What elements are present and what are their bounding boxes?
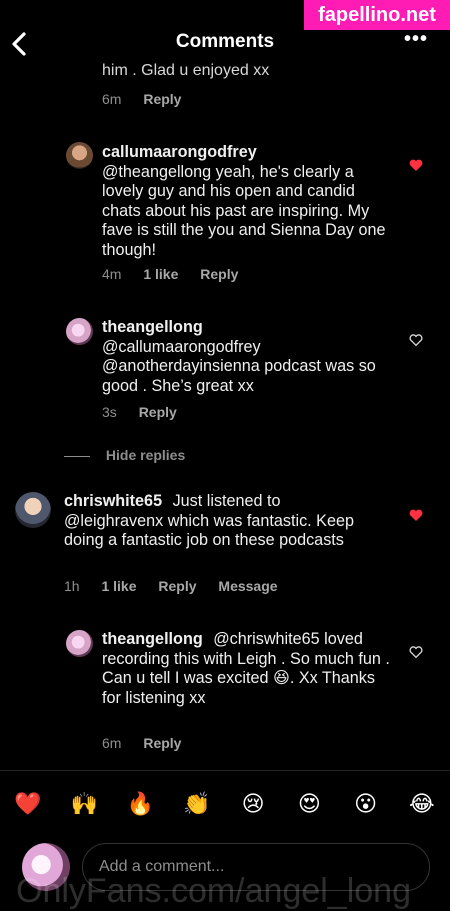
comment-meta: 4m 1 like Reply [102, 266, 256, 282]
message-button[interactable]: Message [218, 578, 277, 594]
previous-comment-text: him . Glad u enjoyed xx [102, 62, 270, 79]
emoji-raised-hands-button[interactable]: 🙌 [66, 791, 102, 817]
reply-button[interactable]: Reply [139, 404, 177, 420]
comment-text: @callumaarongodfrey @anotherdayinsienna … [102, 337, 376, 395]
replies-divider [64, 455, 90, 457]
time-label: 4m [102, 266, 122, 282]
heart-filled-icon [409, 509, 423, 521]
time-label: 6m [102, 91, 122, 107]
previous-comment-meta: 6m Reply [102, 91, 199, 107]
reply-button[interactable]: Reply [143, 735, 181, 751]
heart-filled-icon [409, 159, 423, 171]
avatar[interactable] [66, 318, 93, 345]
hide-replies-label[interactable]: Hide replies [106, 447, 185, 463]
comment-item: chriswhite65 Just listened to @leighrave… [64, 492, 384, 551]
comment-username[interactable]: theangellong [102, 318, 203, 336]
avatar[interactable] [66, 142, 93, 169]
comment-username[interactable]: callumaarongodfrey [102, 143, 257, 161]
reply-button[interactable]: Reply [158, 578, 196, 594]
emoji-heart-button[interactable]: ❤️ [10, 791, 46, 817]
like-button[interactable] [408, 644, 424, 660]
like-button[interactable] [408, 332, 424, 348]
comment-text: @theangellong yeah, he's clearly a lovel… [102, 162, 386, 259]
page-title: Comments [175, 31, 275, 52]
composer-divider [0, 770, 450, 771]
more-options-button[interactable]: ••• [404, 28, 428, 51]
time-label: 1h [64, 578, 80, 594]
comment-username[interactable]: chriswhite65 [64, 492, 162, 510]
comment-meta: 6m Reply [102, 735, 199, 751]
reply-button[interactable]: Reply [143, 91, 181, 107]
heart-outline-icon [409, 334, 423, 347]
comment-username[interactable]: theangellong [102, 630, 203, 648]
reply-button[interactable]: Reply [200, 266, 238, 282]
emoji-clap-button[interactable]: 👏 [179, 791, 215, 817]
emoji-heart-eyes-button[interactable]: 😍 [291, 791, 327, 817]
emoji-fire-button[interactable]: 🔥 [123, 791, 159, 817]
like-button[interactable] [408, 157, 424, 173]
comment-item: theangellong @callumaarongodfrey @anothe… [102, 318, 402, 396]
likes-button[interactable]: 1 like [101, 578, 136, 594]
comment-meta: 1h 1 like Reply Message [64, 578, 296, 594]
heart-outline-icon [409, 646, 423, 659]
footer-watermark: OnlyFans.com/angel_long [16, 872, 412, 910]
avatar[interactable] [15, 492, 51, 528]
emoji-quick-reactions: ❤️ 🙌 🔥 👏 😢 😍 😮 😂 [0, 784, 450, 824]
comment-item: theangellong @chriswhite65 loved recordi… [102, 630, 394, 708]
comment-meta: 3s Reply [102, 404, 195, 420]
watermark-badge: fapellino.net [304, 0, 450, 30]
like-button[interactable] [408, 507, 424, 523]
hide-replies-button[interactable]: Hide replies [64, 447, 185, 463]
avatar[interactable] [66, 630, 93, 657]
time-label: 3s [102, 404, 117, 420]
emoji-surprised-button[interactable]: 😮 [348, 791, 384, 817]
emoji-crying-button[interactable]: 😢 [235, 791, 271, 817]
emoji-laughing-button[interactable]: 😂 [404, 791, 440, 817]
comment-item: callumaarongodfrey @theangellong yeah, h… [102, 143, 394, 260]
time-label: 6m [102, 735, 122, 751]
likes-button[interactable]: 1 like [143, 266, 178, 282]
